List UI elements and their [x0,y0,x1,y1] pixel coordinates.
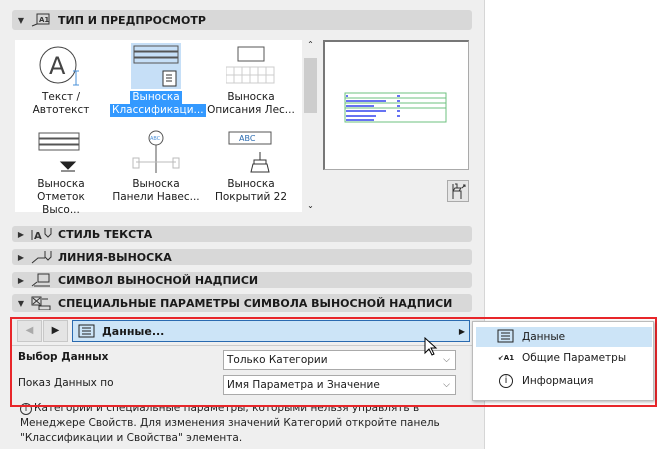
svg-text:A: A [34,231,42,241]
mouse-cursor-icon [424,337,438,356]
stair-label-icon [225,43,276,89]
menu-item-data[interactable]: Данные [476,327,652,347]
list-icon [496,329,516,346]
section-label-symbol[interactable]: ▶ СИМВОЛ ВЫНОСНОЙ НАДПИСИ [12,272,472,288]
svg-text:A1: A1 [39,16,49,24]
menu-item-label: Общие Параметры [522,352,627,364]
type-label: Текст / [42,91,80,103]
type-label: Классификаци... [110,104,206,117]
type-gallery: A Текст / Автотекст Выноска Классификаци..… [15,40,302,216]
section-title: СПЕЦИАЛЬНЫЕ ПАРАМЕТРЫ СИМВОЛА ВЫНОСНОЙ Н… [58,296,453,310]
classification-label-icon [131,43,181,89]
menu-item-label: Информация [522,375,594,387]
text-type-icon: A [36,43,86,89]
label-a1-icon: A1 [31,13,50,27]
text-style-icon: A [31,228,52,241]
scrollbar-thumb[interactable] [304,58,317,113]
preview-table-graphic [344,92,447,123]
menu-item-information[interactable]: i Информация [476,371,652,391]
type-label: Покрытий 22 [214,191,288,203]
type-label: Описания Лес... [207,104,295,116]
type-label: Выноска [227,178,275,190]
elevation-label-icon [36,130,86,176]
section-special-params[interactable]: ▼ СПЕЦИАЛЬНЫЕ ПАРАМЕТРЫ СИМВОЛА ВЫНОСНОЙ… [12,294,472,312]
scroll-down-icon[interactable]: ⌄ [303,201,318,210]
type-elevation-marks[interactable]: Выноска Отметок Высо... [15,130,107,217]
label-symbol-icon [31,273,50,287]
collapsed-triangle-icon: ▶ [17,252,25,262]
type-label: Выноска [132,178,180,190]
thumb-abc: ABC [150,136,161,142]
preview-box [323,40,469,170]
menu-item-general-params[interactable]: ↙A1 Общие Параметры [476,348,652,368]
curtain-panel-icon: ABC [131,130,181,176]
info-text: Категории и специальные параметры, котор… [20,402,440,444]
type-stair-description[interactable]: Выноска Описания Лес... [205,43,297,117]
section-title: ТИП И ПРЕДПРОСМОТР [58,13,206,27]
expanded-triangle-icon: ▼ [17,298,25,308]
type-label: Панели Навес... [112,191,200,203]
expanded-triangle-icon: ▼ [17,15,25,25]
scroll-up-icon[interactable]: ⌃ [303,40,318,49]
gallery-scrollbar[interactable]: ⌃ ⌄ [303,40,318,212]
leader-a1-icon: ↙A1 [497,354,515,362]
special-params-icon [31,296,51,310]
info-icon: i [496,374,516,388]
type-label: Автотекст [32,104,90,116]
collapsed-triangle-icon: ▶ [17,275,25,285]
type-text-autotext[interactable]: A Текст / Автотекст [15,43,107,117]
type-label: Выноска [130,91,182,104]
type-label: Выноска [227,91,275,103]
thumb-abc-text: ABC [239,134,256,143]
type-coverings[interactable]: ABC Выноска Покрытий 22 [205,130,297,204]
collapsed-triangle-icon: ▶ [17,229,25,239]
leader-line-icon [31,251,52,264]
covering-label-icon: ABC [226,130,276,176]
type-label: Отметок Высо... [37,191,85,216]
page-popup-menu: Данные ↙A1 Общие Параметры i Информация [472,321,654,401]
svg-text:A: A [49,52,66,80]
section-title: ЛИНИЯ-ВЫНОСКА [58,250,172,264]
info-note: i Категории и специальные параметры, кото… [20,401,460,446]
chair-favorites-button[interactable] [447,180,469,202]
section-title: СИМВОЛ ВЫНОСНОЙ НАДПИСИ [58,273,259,287]
section-title: СТИЛЬ ТЕКСТА [58,227,153,241]
menu-item-label: Данные [522,331,566,343]
section-leader-line[interactable]: ▶ ЛИНИЯ-ВЫНОСКА [12,249,472,265]
type-label: Выноска [37,178,85,190]
section-type-preview[interactable]: ▼ A1 ТИП И ПРЕДПРОСМОТР [12,10,472,30]
chair-icon [452,183,466,199]
section-text-style[interactable]: ▶ A СТИЛЬ ТЕКСТА [12,226,472,242]
type-curtain-wall-panel[interactable]: ABC Выноска Панели Навес... [110,130,202,204]
type-classification-label[interactable]: Выноска Классификаци... [110,43,206,117]
